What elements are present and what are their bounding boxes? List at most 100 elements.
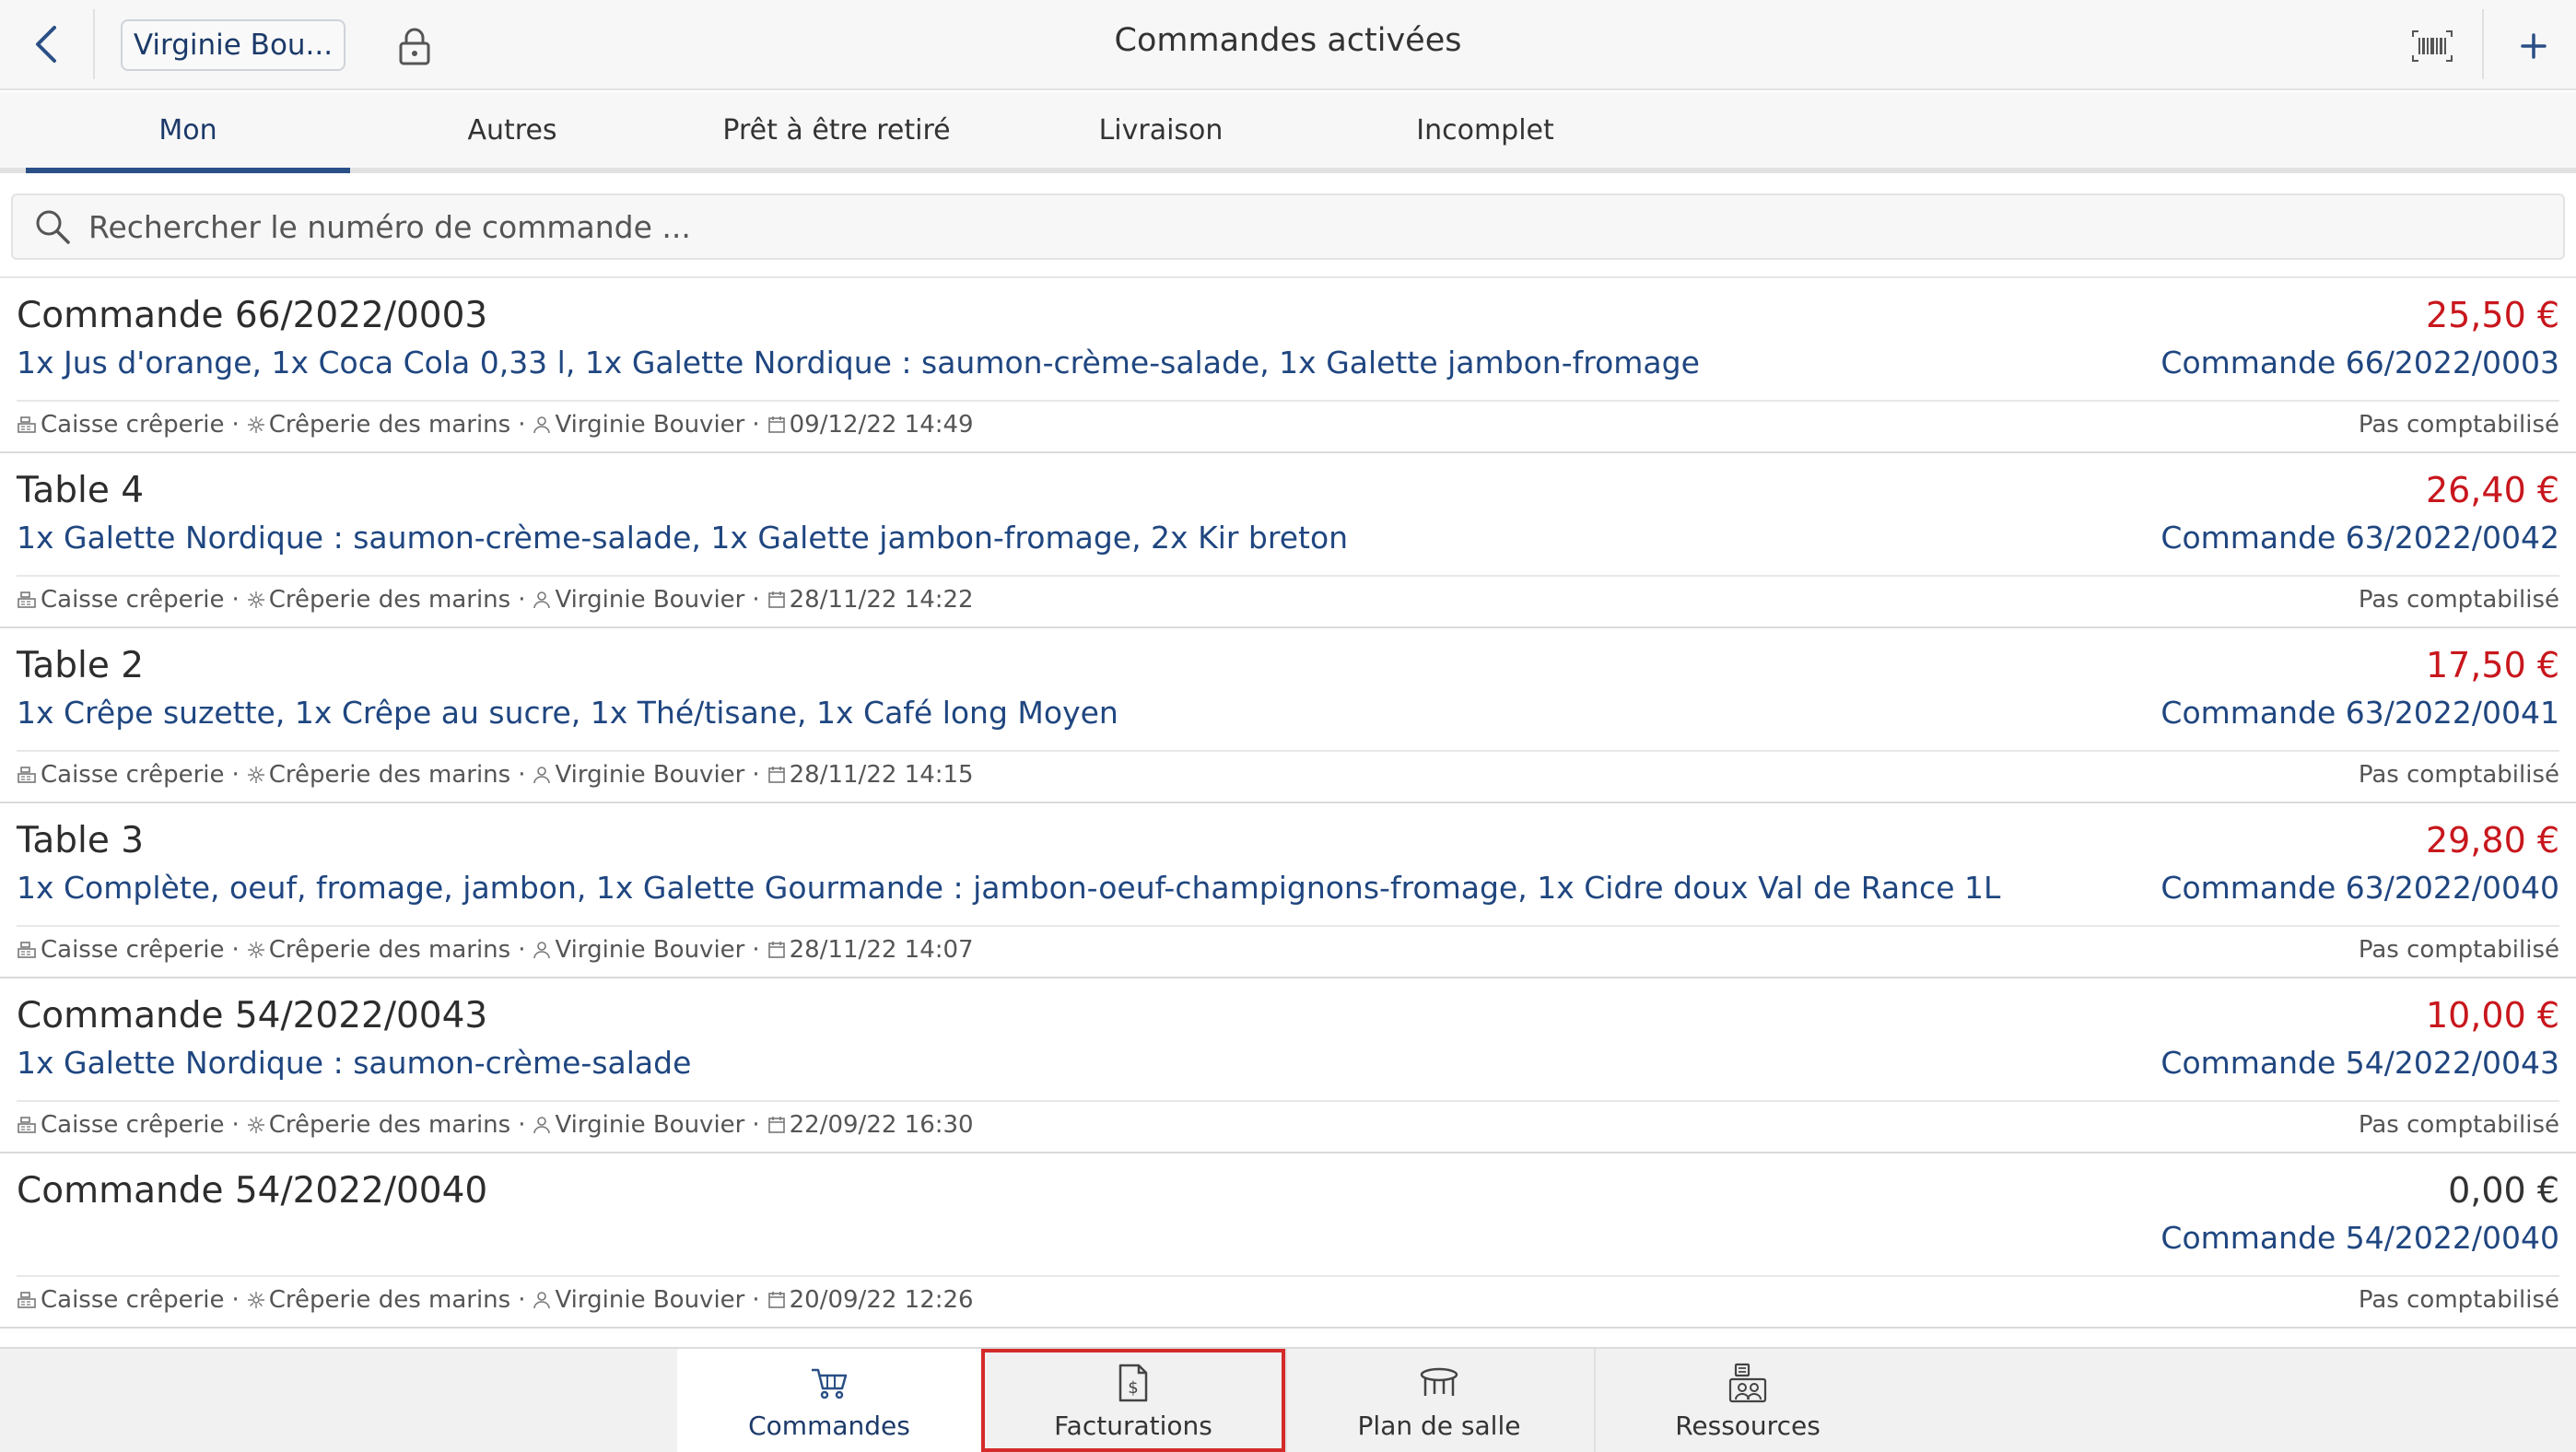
order-row[interactable]: Commande 66/2022/0003 25,50 € 1x Jus d'o… xyxy=(0,278,2576,453)
meta-register: Caisse crêperie xyxy=(41,411,225,439)
order-amount: 29,80 € xyxy=(2425,820,2559,861)
back-button[interactable] xyxy=(20,18,72,70)
calendar-icon xyxy=(767,416,785,433)
lock-button[interactable] xyxy=(391,22,439,70)
order-items: 1x Crêpe suzette, 1x Crêpe au sucre, 1x … xyxy=(17,695,1118,731)
location-icon xyxy=(247,1117,264,1133)
register-icon xyxy=(18,942,36,958)
plus-icon xyxy=(2521,33,2547,59)
order-status: Pas comptabilisé xyxy=(2358,411,2559,439)
meta-location: Crêperie des marins xyxy=(268,1111,511,1139)
calendar-icon xyxy=(767,591,785,608)
order-amount: 10,00 € xyxy=(2425,995,2559,1036)
order-title: Table 2 xyxy=(17,645,145,686)
order-list: Commande 66/2022/0003 25,50 € 1x Jus d'o… xyxy=(0,276,2576,1347)
order-row[interactable]: Commande 54/2022/0043 10,00 € 1x Galette… xyxy=(0,978,2576,1153)
search-input[interactable] xyxy=(85,199,2563,254)
location-icon xyxy=(247,942,264,958)
tab-autres[interactable]: Autres xyxy=(350,92,674,168)
order-items: 1x Jus d'orange, 1x Coca Cola 0,33 l, 1x… xyxy=(17,345,1700,381)
meta-user: Virginie Bouvier xyxy=(555,936,745,964)
page-title: Commandes activées xyxy=(1114,22,1462,59)
tab-livraison[interactable]: Livraison xyxy=(999,92,1323,168)
location-icon xyxy=(247,416,264,433)
order-amount: 25,50 € xyxy=(2425,295,2559,335)
tab-pret-a-etre-retire[interactable]: Prêt à être retiré xyxy=(674,92,999,168)
search-bar xyxy=(11,193,2565,260)
user-icon xyxy=(533,767,551,784)
meta-user: Virginie Bouvier xyxy=(555,1286,745,1314)
order-tabs: Mon Autres Prêt à être retiré Livraison … xyxy=(0,92,2576,173)
barcode-scan-button[interactable] xyxy=(2405,22,2460,70)
header-divider xyxy=(93,9,95,79)
add-order-button[interactable] xyxy=(2506,18,2561,74)
nav-facturations[interactable]: $ Facturations xyxy=(981,1349,1285,1452)
order-reference: Commande 63/2022/0040 xyxy=(2160,870,2559,906)
row-divider xyxy=(17,1100,2559,1102)
nav-commandes[interactable]: Commandes xyxy=(677,1349,981,1452)
location-icon xyxy=(247,1292,264,1308)
register-icon xyxy=(18,591,36,608)
meta-date: 20/09/22 12:26 xyxy=(789,1286,974,1314)
tab-mon[interactable]: Mon xyxy=(26,92,350,173)
cart-icon xyxy=(809,1361,849,1405)
order-title: Commande 54/2022/0043 xyxy=(17,995,488,1036)
meta-location: Crêperie des marins xyxy=(268,411,511,439)
nav-label: Facturations xyxy=(1054,1410,1212,1441)
order-row[interactable]: Commande 54/2022/0040 0,00 € Commande 54… xyxy=(0,1153,2576,1329)
order-title: Commande 54/2022/0040 xyxy=(17,1170,488,1212)
meta-user: Virginie Bouvier xyxy=(555,411,745,439)
invoice-icon: $ xyxy=(1117,1361,1150,1405)
order-amount: 17,50 € xyxy=(2425,645,2559,685)
order-status: Pas comptabilisé xyxy=(2358,1286,2559,1314)
meta-register: Caisse crêperie xyxy=(41,1111,225,1139)
meta-location: Crêperie des marins xyxy=(268,1286,511,1314)
order-meta: Caisse crêperie · Crêperie des marins · … xyxy=(17,761,974,789)
order-row[interactable]: Table 2 17,50 € 1x Crêpe suzette, 1x Crê… xyxy=(0,628,2576,803)
table-icon xyxy=(1418,1361,1460,1405)
register-icon xyxy=(18,767,36,783)
order-reference: Commande 66/2022/0003 xyxy=(2160,345,2559,381)
user-icon xyxy=(533,416,551,434)
calendar-icon xyxy=(767,767,785,783)
lock-icon xyxy=(399,28,430,65)
order-row[interactable]: Table 3 29,80 € 1x Complète, oeuf, froma… xyxy=(0,803,2576,978)
order-status: Pas comptabilisé xyxy=(2358,761,2559,789)
order-items: 1x Galette Nordique : saumon-crème-salad… xyxy=(17,1045,692,1081)
order-reference: Commande 54/2022/0043 xyxy=(2160,1045,2559,1081)
register-icon xyxy=(18,1117,36,1133)
order-reference: Commande 54/2022/0040 xyxy=(2160,1220,2559,1256)
meta-date: 22/09/22 16:30 xyxy=(789,1111,974,1139)
header-divider xyxy=(2482,9,2484,79)
calendar-icon xyxy=(767,1292,785,1308)
order-status: Pas comptabilisé xyxy=(2358,586,2559,614)
search-icon xyxy=(20,194,85,259)
chevron-left-icon xyxy=(36,26,56,63)
user-icon xyxy=(533,1292,551,1309)
order-reference: Commande 63/2022/0042 xyxy=(2160,520,2559,556)
top-bar: Virginie Bou... Commandes activées xyxy=(0,0,2576,90)
nav-plan-de-salle[interactable]: Plan de salle xyxy=(1285,1349,1591,1452)
row-divider xyxy=(17,925,2559,927)
barcode-icon xyxy=(2412,30,2453,62)
order-meta: Caisse crêperie · Crêperie des marins · … xyxy=(17,936,974,964)
tab-incomplet[interactable]: Incomplet xyxy=(1323,92,1647,168)
order-row[interactable]: Table 4 26,40 € 1x Galette Nordique : sa… xyxy=(0,453,2576,628)
order-meta: Caisse crêperie · Crêperie des marins · … xyxy=(17,1286,974,1314)
nav-label: Commandes xyxy=(748,1410,910,1441)
row-divider xyxy=(17,750,2559,752)
user-button[interactable]: Virginie Bou... xyxy=(121,19,345,71)
user-icon xyxy=(533,591,551,609)
register-icon xyxy=(18,416,36,433)
nav-ressources[interactable]: Ressources xyxy=(1594,1349,1900,1452)
order-title: Table 4 xyxy=(17,470,145,511)
svg-text:$: $ xyxy=(1128,1378,1138,1398)
meta-location: Crêperie des marins xyxy=(268,761,511,789)
row-divider xyxy=(17,575,2559,577)
row-divider xyxy=(17,400,2559,402)
meta-date: 28/11/22 14:15 xyxy=(789,761,974,789)
user-icon xyxy=(533,1117,551,1134)
meta-location: Crêperie des marins xyxy=(268,586,511,614)
nav-label: Ressources xyxy=(1675,1410,1821,1441)
calendar-icon xyxy=(767,942,785,958)
